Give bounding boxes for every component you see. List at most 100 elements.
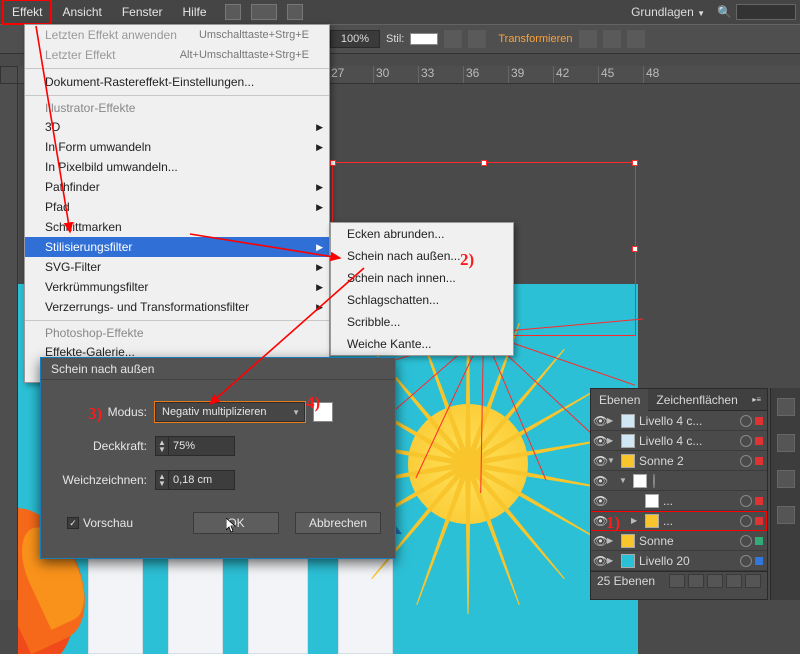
submenu-weiche-kante[interactable]: Weiche Kante...: [331, 333, 513, 355]
asset-icon[interactable]: [777, 470, 795, 488]
menu-item-pathfinder[interactable]: Pathfinder: [25, 177, 329, 197]
visibility-icon[interactable]: 👁: [593, 434, 607, 448]
tab-ebenen[interactable]: Ebenen: [591, 389, 648, 411]
transform-link[interactable]: Transformieren: [498, 33, 572, 45]
expand-icon[interactable]: ▶: [607, 416, 617, 425]
layers-icon[interactable]: [777, 398, 795, 416]
bridge-icon[interactable]: [225, 4, 241, 20]
gpu-icon[interactable]: [287, 4, 303, 20]
target-icon[interactable]: [740, 555, 752, 567]
layer-row[interactable]: 👁▶ Livello 4 c...: [591, 411, 767, 431]
modus-combo[interactable]: Negativ multiplizieren: [155, 402, 305, 422]
search-input[interactable]: [736, 4, 796, 20]
locate-layer-icon[interactable]: [669, 574, 685, 588]
expand-icon[interactable]: ▶: [607, 556, 617, 565]
expand-icon[interactable]: ▼: [607, 456, 617, 465]
visibility-icon[interactable]: 👁: [593, 414, 607, 428]
submenu-ecken[interactable]: Ecken abrunden...: [331, 223, 513, 245]
layer-thumb: [645, 494, 659, 508]
menu-item-form[interactable]: In Form umwandeln: [25, 137, 329, 157]
tab-zeichenflaechen[interactable]: Zeichenflächen: [648, 389, 745, 411]
visibility-icon[interactable]: 👁: [593, 454, 607, 468]
layer-name[interactable]: Livello 20: [639, 554, 738, 568]
layer-row[interactable]: 👁 ▶...: [591, 511, 767, 531]
expand-icon[interactable]: ▶: [607, 536, 617, 545]
layer-name[interactable]: [651, 474, 763, 488]
menu-fenster[interactable]: Fenster: [114, 1, 171, 23]
glow-color-swatch[interactable]: [313, 402, 333, 422]
doc-setup-icon[interactable]: [444, 30, 462, 48]
menu-item-verzerrung[interactable]: Verzerrungs- und Transformationsfilter: [25, 297, 329, 317]
layer-row[interactable]: 👁▼ Sonne 2: [591, 451, 767, 471]
target-icon[interactable]: [740, 535, 752, 547]
target-icon[interactable]: [740, 415, 752, 427]
prefs-icon[interactable]: [468, 30, 486, 48]
layer-row[interactable]: 👁▶ Livello 4 c...: [591, 431, 767, 451]
cancel-button[interactable]: Abbrechen: [295, 512, 381, 534]
target-icon[interactable]: [740, 495, 752, 507]
workspace-switcher[interactable]: Grundlagen ▼: [631, 5, 705, 19]
menu-item-raster[interactable]: Dokument-Rastereffekt-Einstellungen...: [25, 72, 329, 92]
layer-name[interactable]: Sonne 2: [639, 454, 738, 468]
deckkraft-stepper[interactable]: ▲▼: [155, 436, 169, 456]
submenu-scribble[interactable]: Scribble...: [331, 311, 513, 333]
menu-item-stilisierungsfilter[interactable]: Stilisierungsfilter: [25, 237, 329, 257]
arrange-icon[interactable]: [251, 4, 277, 20]
target-icon[interactable]: [740, 515, 752, 527]
submenu-inner-glow[interactable]: Schein nach innen...: [331, 267, 513, 289]
expand-icon[interactable]: ▼: [619, 476, 629, 485]
layer-row[interactable]: 👁▶ Livello 20: [591, 551, 767, 571]
deckkraft-field[interactable]: [169, 436, 235, 456]
panel-menu-icon[interactable]: ▸≡: [746, 395, 767, 404]
ruler-vertical[interactable]: [0, 84, 18, 600]
submenu-outer-glow[interactable]: Schein nach außen...: [331, 245, 513, 267]
artboards-icon[interactable]: [777, 434, 795, 452]
menu-item-schnittmarken[interactable]: Schnittmarken: [25, 217, 329, 237]
more-icon[interactable]: [627, 30, 645, 48]
cursor-icon: [226, 518, 238, 534]
visibility-icon[interactable]: 👁: [593, 534, 607, 548]
menu-item-pfad[interactable]: Pfad: [25, 197, 329, 217]
submenu-schlagschatten[interactable]: Schlagschatten...: [331, 289, 513, 311]
menu-heading-photoshop: Photoshop-Effekte: [25, 324, 329, 342]
visibility-icon[interactable]: 👁: [593, 514, 607, 528]
align-icon[interactable]: [579, 30, 597, 48]
expand-icon[interactable]: ▶: [631, 516, 641, 525]
layer-list: 👁▶Livello 4 c...👁▶Livello 4 c...👁▼Sonne …: [591, 411, 767, 571]
menu-ansicht[interactable]: Ansicht: [54, 1, 109, 23]
delete-layer-icon[interactable]: [745, 574, 761, 588]
weich-field[interactable]: [169, 470, 235, 490]
weich-stepper[interactable]: ▲▼: [155, 470, 169, 490]
menu-effekt[interactable]: Effekt: [4, 1, 50, 23]
layer-name[interactable]: ...: [663, 494, 738, 508]
layer-name[interactable]: Livello 4 c...: [639, 434, 738, 448]
menu-hilfe[interactable]: Hilfe: [175, 1, 215, 23]
visibility-icon[interactable]: 👁: [593, 554, 607, 568]
libraries-icon[interactable]: [777, 506, 795, 524]
ruler-origin[interactable]: [0, 66, 18, 84]
target-icon[interactable]: [740, 435, 752, 447]
target-icon[interactable]: [740, 455, 752, 467]
layer-row[interactable]: 👁▼: [591, 471, 767, 491]
visibility-icon[interactable]: 👁: [593, 474, 607, 488]
stil-swatch[interactable]: [410, 33, 438, 45]
shape-icon[interactable]: [603, 30, 621, 48]
expand-icon[interactable]: ▶: [607, 436, 617, 445]
clip-mask-icon[interactable]: [688, 574, 704, 588]
target-icon[interactable]: [653, 474, 655, 488]
visibility-icon[interactable]: 👁: [593, 494, 607, 508]
menu-item-3d[interactable]: 3D: [25, 117, 329, 137]
zoom-field[interactable]: 100%: [330, 30, 380, 48]
new-sublayer-icon[interactable]: [707, 574, 723, 588]
layer-name[interactable]: ...: [663, 514, 738, 528]
new-layer-icon[interactable]: [726, 574, 742, 588]
menu-item-svg[interactable]: SVG-Filter: [25, 257, 329, 277]
layer-name[interactable]: Livello 4 c...: [639, 414, 738, 428]
menu-item-pixelbild[interactable]: In Pixelbild umwandeln...: [25, 157, 329, 177]
vorschau-checkbox[interactable]: ✓Vorschau: [67, 516, 133, 530]
menu-item-verkruemmung[interactable]: Verkrümmungsfilter: [25, 277, 329, 297]
layer-name[interactable]: Sonne: [639, 534, 738, 548]
menu-item-reapply: Letzten Effekt anwendenUmschalttaste+Str…: [25, 25, 329, 45]
layer-row[interactable]: 👁...: [591, 491, 767, 511]
layer-row[interactable]: 👁▶ Sonne: [591, 531, 767, 551]
